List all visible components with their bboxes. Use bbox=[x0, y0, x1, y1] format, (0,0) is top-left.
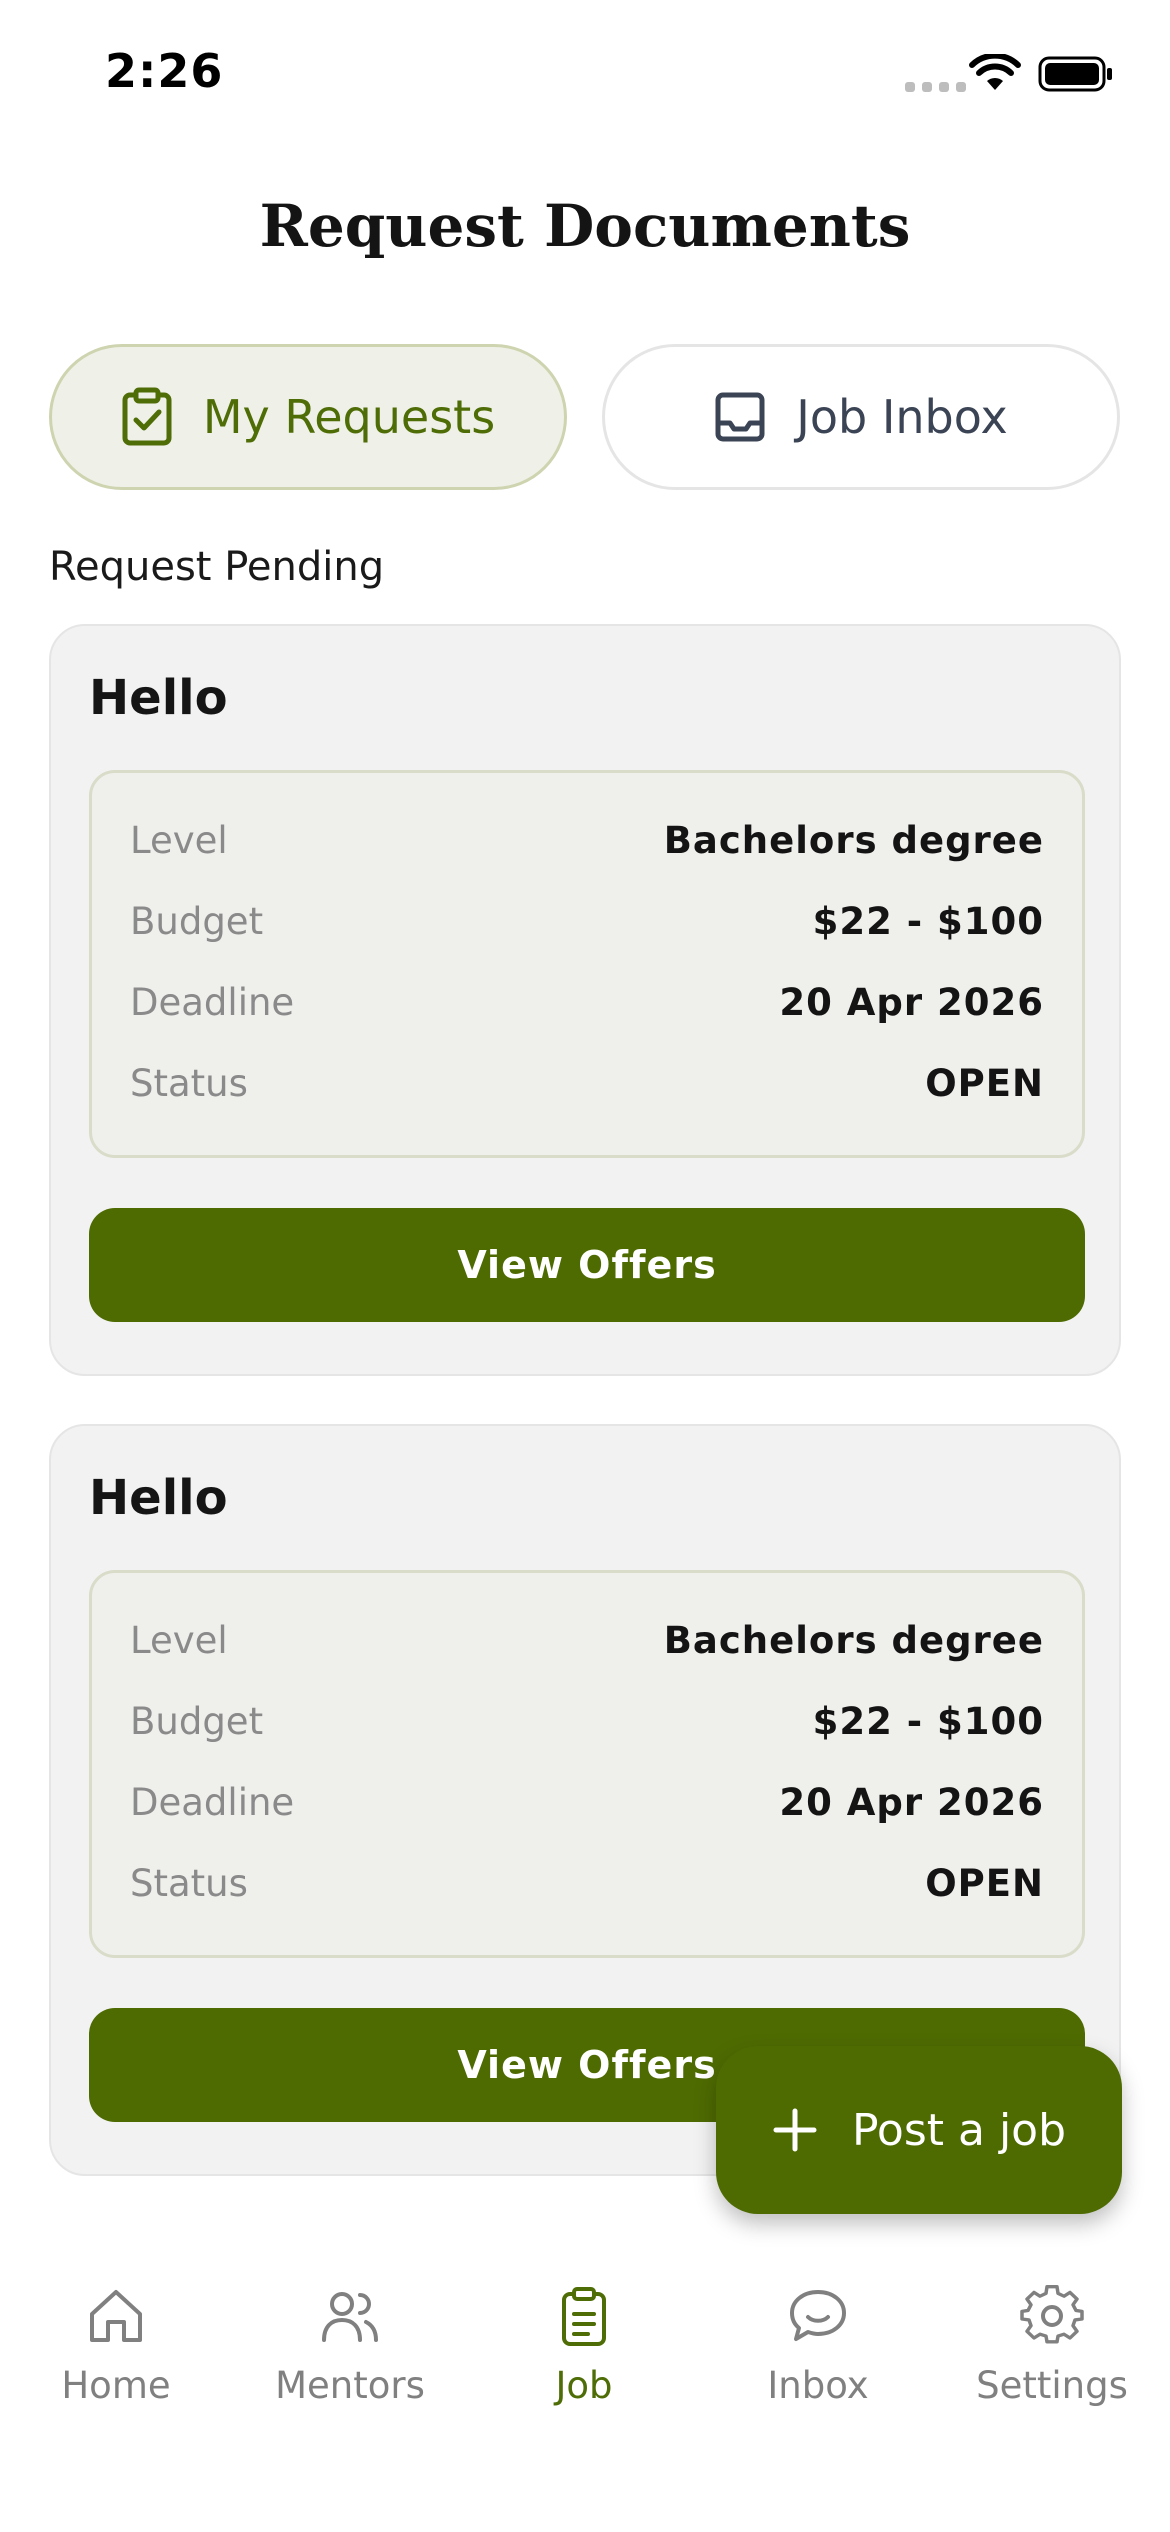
home-icon bbox=[90, 2290, 142, 2342]
detail-row-budget: Budget $22 - $100 bbox=[130, 896, 1044, 946]
detail-row-level: Level Bachelors degree bbox=[130, 1615, 1044, 1665]
status-bar: 2:26 bbox=[0, 0, 1170, 150]
detail-key: Budget bbox=[130, 899, 264, 943]
section-label: Request Pending bbox=[49, 544, 385, 590]
clipboard-check-icon bbox=[122, 387, 172, 446]
clipboard-icon bbox=[562, 2287, 606, 2346]
status-value: OPEN bbox=[925, 1061, 1044, 1105]
tabbar-item-mentors[interactable]: Mentors bbox=[250, 2284, 450, 2407]
request-title: Hello bbox=[89, 1470, 228, 1526]
detail-value: $22 - $100 bbox=[812, 1699, 1044, 1743]
tab-job-inbox[interactable]: Job Inbox bbox=[602, 344, 1120, 490]
detail-value: $22 - $100 bbox=[812, 899, 1044, 943]
tabbar-item-job[interactable]: Job bbox=[484, 2284, 684, 2407]
detail-row-deadline: Deadline 20 Apr 2026 bbox=[130, 977, 1044, 1027]
page-title: Request Documents bbox=[259, 192, 911, 260]
detail-row-status: Status OPEN bbox=[130, 1058, 1044, 1108]
battery-icon bbox=[1038, 56, 1112, 92]
detail-row-level: Level Bachelors degree bbox=[130, 815, 1044, 865]
detail-row-budget: Budget $22 - $100 bbox=[130, 1696, 1044, 1746]
detail-value: 20 Apr 2026 bbox=[779, 980, 1044, 1024]
bottom-tab-bar: Home Mentors Job Inbox Settings bbox=[0, 2250, 1170, 2532]
request-title: Hello bbox=[89, 670, 228, 726]
detail-row-status: Status OPEN bbox=[130, 1858, 1044, 1908]
inbox-tray-icon bbox=[715, 392, 765, 442]
status-value: OPEN bbox=[925, 1861, 1044, 1905]
detail-key: Status bbox=[130, 1061, 248, 1105]
cellular-signal-icon bbox=[905, 82, 966, 92]
detail-key: Budget bbox=[130, 1699, 264, 1743]
detail-key: Level bbox=[130, 1618, 228, 1662]
detail-value: 20 Apr 2026 bbox=[779, 1780, 1044, 1824]
request-details: Level Bachelors degree Budget $22 - $100… bbox=[89, 1570, 1085, 1958]
plus-icon bbox=[773, 2108, 817, 2152]
view-offers-button[interactable]: View Offers bbox=[89, 1208, 1085, 1322]
chat-bubble-icon bbox=[790, 2290, 846, 2341]
detail-key: Deadline bbox=[130, 1780, 295, 1824]
request-details: Level Bachelors degree Budget $22 - $100… bbox=[89, 770, 1085, 1158]
tabbar-label: Inbox bbox=[767, 2364, 869, 2407]
tabbar-label: Settings bbox=[976, 2364, 1128, 2407]
post-job-label: Post a job bbox=[851, 2104, 1067, 2156]
detail-value: Bachelors degree bbox=[663, 1618, 1044, 1662]
detail-row-deadline: Deadline 20 Apr 2026 bbox=[130, 1777, 1044, 1827]
tabbar-label: Job bbox=[555, 2364, 613, 2407]
status-time: 2:26 bbox=[105, 44, 224, 98]
wifi-icon bbox=[969, 54, 1021, 90]
tabbar-item-home[interactable]: Home bbox=[16, 2284, 216, 2407]
users-icon bbox=[322, 2292, 378, 2342]
tab-my-requests[interactable]: My Requests bbox=[49, 344, 567, 490]
gear-icon bbox=[1020, 2285, 1084, 2344]
request-card: Hello Level Bachelors degree Budget $22 … bbox=[49, 624, 1121, 1376]
detail-key: Level bbox=[130, 818, 228, 862]
tabbar-item-inbox[interactable]: Inbox bbox=[718, 2284, 918, 2407]
tabbar-item-settings[interactable]: Settings bbox=[952, 2284, 1152, 2407]
tab-job-inbox-label: Job Inbox bbox=[796, 390, 1008, 444]
tabbar-label: Home bbox=[61, 2364, 171, 2407]
detail-value: Bachelors degree bbox=[663, 818, 1044, 862]
tab-my-requests-label: My Requests bbox=[202, 390, 496, 444]
detail-key: Status bbox=[130, 1861, 248, 1905]
tabbar-label: Mentors bbox=[275, 2364, 425, 2407]
detail-key: Deadline bbox=[130, 980, 295, 1024]
post-job-button[interactable]: Post a job bbox=[716, 2046, 1122, 2214]
